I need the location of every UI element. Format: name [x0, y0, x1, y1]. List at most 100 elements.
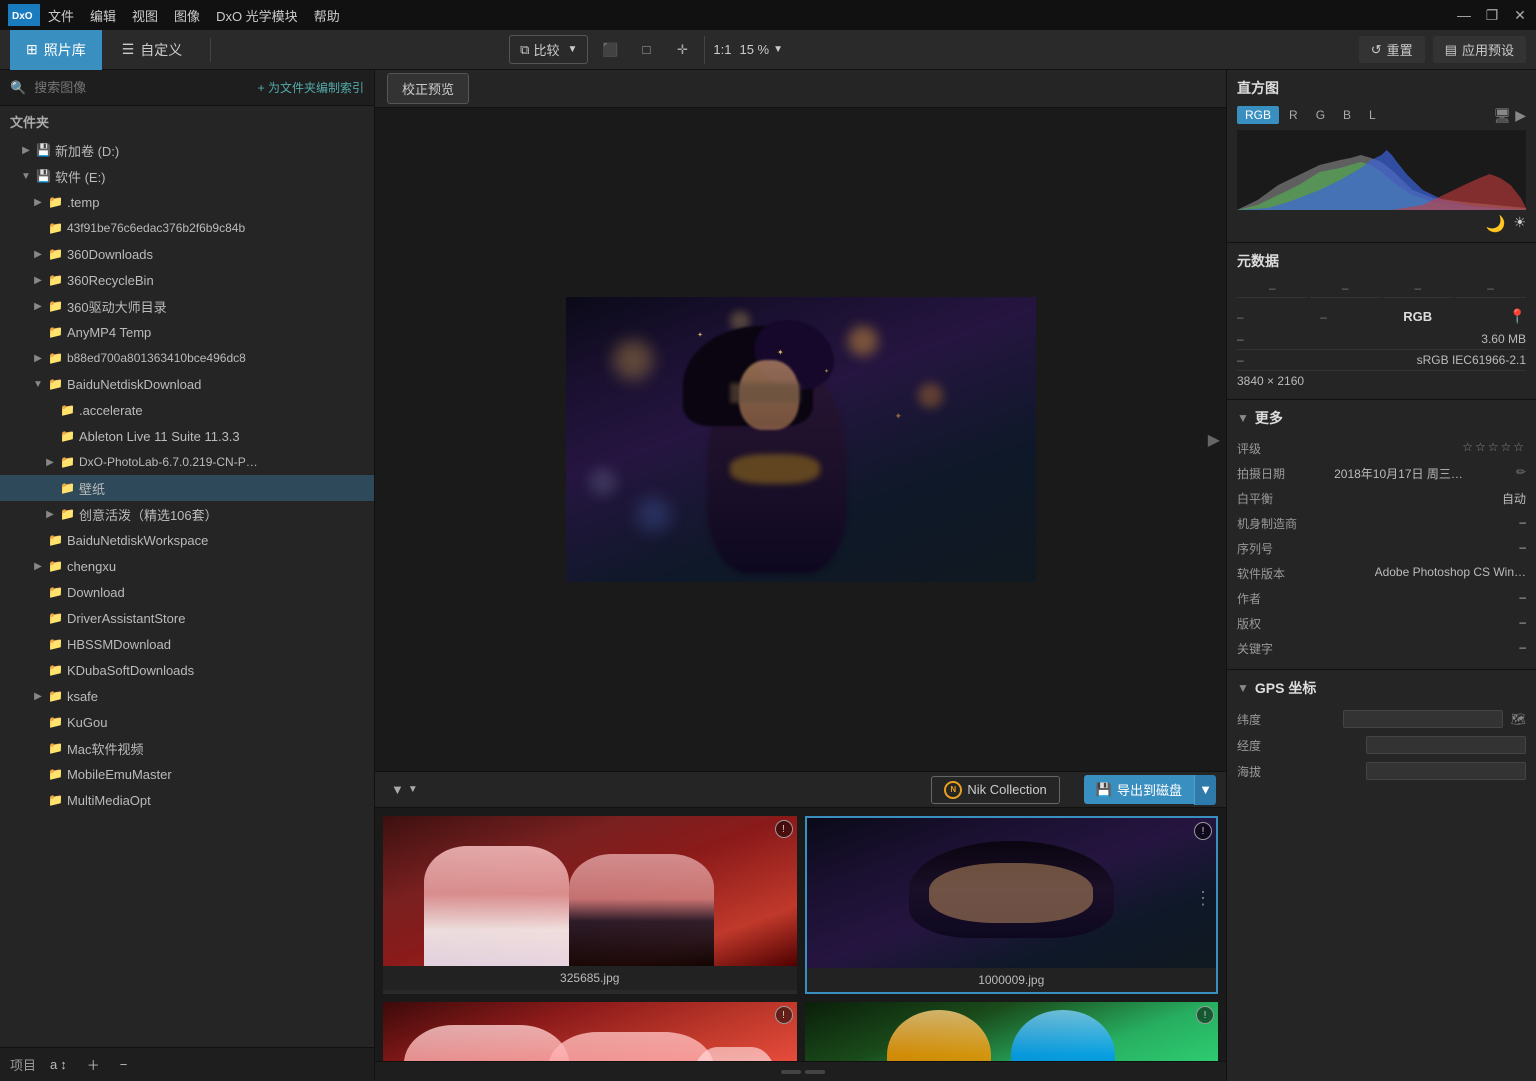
expand-panel-button[interactable]: ▶ — [1208, 430, 1220, 450]
index-link[interactable]: + 为文件夹编制索引 — [258, 79, 364, 96]
scroll-indicator-2[interactable] — [805, 1070, 825, 1074]
tree-item-hbssm[interactable]: 📁 HBSSMDownload — [0, 631, 374, 657]
menu-optics[interactable]: DxO 光学模块 — [216, 6, 298, 25]
warning-badge-1: ! — [775, 820, 793, 838]
add-button[interactable]: ＋ — [81, 1053, 106, 1076]
tab-customize[interactable]: ☰ 自定义 — [106, 30, 199, 70]
zoom-percent-control[interactable]: 15 % ▼ — [739, 42, 783, 57]
thumbnail-item-4[interactable]: ! — [805, 1002, 1219, 1061]
sun-icon[interactable]: ☀ — [1513, 214, 1526, 234]
tree-item-anymp4[interactable]: 📁 AnyMP4 Temp — [0, 319, 374, 345]
thumb-more-button-2[interactable]: ⋮ — [1194, 888, 1212, 909]
hist-tab-l[interactable]: L — [1361, 106, 1384, 124]
compare-button[interactable]: ⧉ 比较 ▼ — [509, 35, 588, 64]
search-input[interactable] — [34, 80, 249, 95]
expand-icon: ▶ — [20, 145, 32, 156]
software-label: 软件版本 — [1237, 565, 1285, 582]
thumbnail-item-3[interactable]: ! — [383, 1002, 797, 1061]
split-view-button[interactable]: ⬛ — [596, 36, 624, 64]
nik-collection-button[interactable]: N Nik Collection — [931, 776, 1059, 804]
scroll-indicator[interactable] — [781, 1070, 801, 1074]
menu-image[interactable]: 图像 — [174, 6, 200, 25]
apply-preset-button[interactable]: ▤ 应用预设 — [1433, 36, 1526, 63]
meta-cell-2: – — [1310, 279, 1381, 298]
folder-icon: 📁 — [48, 247, 63, 261]
tab-library[interactable]: ⊞ 照片库 — [10, 30, 102, 70]
more-row-software: 软件版本 Adobe Photoshop CS Win… — [1237, 561, 1526, 586]
zoom-1to1[interactable]: 1:1 — [713, 42, 731, 57]
tree-item-creative[interactable]: ▶ 📁 创意活泼（精选106套） — [0, 501, 374, 527]
tree-item-ableton[interactable]: 📁 Ableton Live 11 Suite 11.3.3 — [0, 423, 374, 449]
tree-item-temp[interactable]: ▶ 📁 .temp — [0, 189, 374, 215]
minimize-button[interactable]: — — [1456, 7, 1472, 23]
tree-item-driverstore[interactable]: 📁 DriverAssistantStore — [0, 605, 374, 631]
tree-item-hash2[interactable]: ▶ 📁 b88ed700a801363410bce496dc8 — [0, 345, 374, 371]
search-icon: 🔍 — [10, 80, 26, 96]
rating-stars[interactable]: ☆☆☆☆☆ — [1462, 440, 1526, 457]
remove-button[interactable]: − — [114, 1055, 134, 1074]
folder-icon: 📁 — [60, 507, 75, 521]
maker-label: 机身制造商 — [1237, 515, 1297, 532]
maximize-button[interactable]: ❐ — [1484, 7, 1500, 23]
tree-item-360dl[interactable]: ▶ 📁 360Downloads — [0, 241, 374, 267]
menu-file[interactable]: 文件 — [48, 6, 74, 25]
thumbnail-item-2[interactable]: ! ⋮ 1000009.jpg — [805, 816, 1219, 994]
edit-date-icon[interactable]: ✏ — [1516, 465, 1526, 482]
gps-map-icon[interactable]: 🗺 — [1511, 712, 1526, 726]
tree-item-hash1[interactable]: 📁 43f91be76c6edac376b2f6b9c84b — [0, 215, 374, 241]
tree-item-ksafe[interactable]: ▶ 📁 ksafe — [0, 683, 374, 709]
tree-item-mac[interactable]: 📁 Mac软件视频 — [0, 735, 374, 761]
reset-button[interactable]: ↺ 重置 — [1359, 36, 1425, 63]
more-section-header[interactable]: ▼ 更多 — [1237, 400, 1526, 436]
hist-tab-b[interactable]: B — [1335, 106, 1359, 124]
filter-button[interactable]: ▼ ▼ — [385, 779, 424, 800]
tree-item-chengxu[interactable]: ▶ 📁 chengxu — [0, 553, 374, 579]
folder-icon: 📁 — [48, 663, 63, 677]
reset-label: 重置 — [1387, 40, 1413, 59]
thumbnail-item-1[interactable]: ! 325685.jpg — [383, 816, 797, 994]
export-dropdown-button[interactable]: ▼ — [1194, 775, 1216, 805]
author-label: 作者 — [1237, 590, 1261, 607]
more-rows: 评级 ☆☆☆☆☆ 拍摄日期 2018年10月17日 周三… ✏ 白平衡 自动 机… — [1237, 436, 1526, 669]
menu-view[interactable]: 视图 — [132, 6, 158, 25]
tree-item-multimedia[interactable]: 📁 MultiMediaOpt — [0, 787, 374, 813]
tree-item-kduba[interactable]: 📁 KDubaSoftDownloads — [0, 657, 374, 683]
tree-item-download[interactable]: 📁 Download — [0, 579, 374, 605]
move-tool-button[interactable]: ✛ — [668, 36, 696, 64]
disk-icon: 💾 — [36, 169, 51, 183]
sort-button[interactable]: a ↕ — [44, 1055, 73, 1074]
hist-tab-g[interactable]: G — [1308, 106, 1333, 124]
tree-item-360rb[interactable]: ▶ 📁 360RecycleBin — [0, 267, 374, 293]
hist-monitor-icon[interactable]: 🖥 — [1493, 107, 1511, 124]
menu-edit[interactable]: 编辑 — [90, 6, 116, 25]
tree-item-360driver[interactable]: ▶ 📁 360驱动大师目录 — [0, 293, 374, 319]
wb-label: 白平衡 — [1237, 490, 1273, 507]
window-controls: — ❐ ✕ — [1456, 7, 1528, 23]
menu-help[interactable]: 帮助 — [314, 6, 340, 25]
tree-label: MobileEmuMaster — [67, 767, 172, 782]
lon-input[interactable] — [1366, 736, 1526, 754]
tree-item-mobilemu[interactable]: 📁 MobileEmuMaster — [0, 761, 374, 787]
hist-play-icon[interactable]: ▶ — [1515, 107, 1526, 124]
close-button[interactable]: ✕ — [1512, 7, 1528, 23]
single-view-button[interactable]: □ — [632, 36, 660, 64]
tree-item-wallpaper[interactable]: 📁 壁纸 — [0, 475, 374, 501]
hist-tab-rgb[interactable]: RGB — [1237, 106, 1279, 124]
alt-input[interactable] — [1366, 762, 1526, 780]
tree-item-baiduws[interactable]: 📁 BaiduNetdiskWorkspace — [0, 527, 374, 553]
dropdown-arrow-icon: ▼ — [1199, 782, 1212, 797]
export-button[interactable]: 💾 导出到磁盘 — [1084, 775, 1194, 804]
lat-input[interactable] — [1343, 710, 1503, 728]
tree-item-dxo[interactable]: ▶ 📁 DxO-PhotoLab-6.7.0.219-CN-P… — [0, 449, 374, 475]
tree-item-baidu[interactable]: ▼ 📁 BaiduNetdiskDownload — [0, 371, 374, 397]
moon-icon[interactable]: 🌙 — [1486, 214, 1506, 234]
gps-section-header[interactable]: ▼ GPS 坐标 — [1237, 670, 1526, 706]
correction-preview-button[interactable]: 校正预览 — [387, 73, 469, 104]
tree-label: .accelerate — [79, 403, 143, 418]
tree-item-accelerate[interactable]: 📁 .accelerate — [0, 397, 374, 423]
tree-item-drive-d[interactable]: ▶ 💾 新加卷 (D:) — [0, 137, 374, 163]
hist-tab-r[interactable]: R — [1281, 106, 1306, 124]
more-row-maker: 机身制造商 – — [1237, 511, 1526, 536]
tree-item-kugou[interactable]: 📁 KuGou — [0, 709, 374, 735]
tree-item-drive-e[interactable]: ▼ 💾 软件 (E:) — [0, 163, 374, 189]
